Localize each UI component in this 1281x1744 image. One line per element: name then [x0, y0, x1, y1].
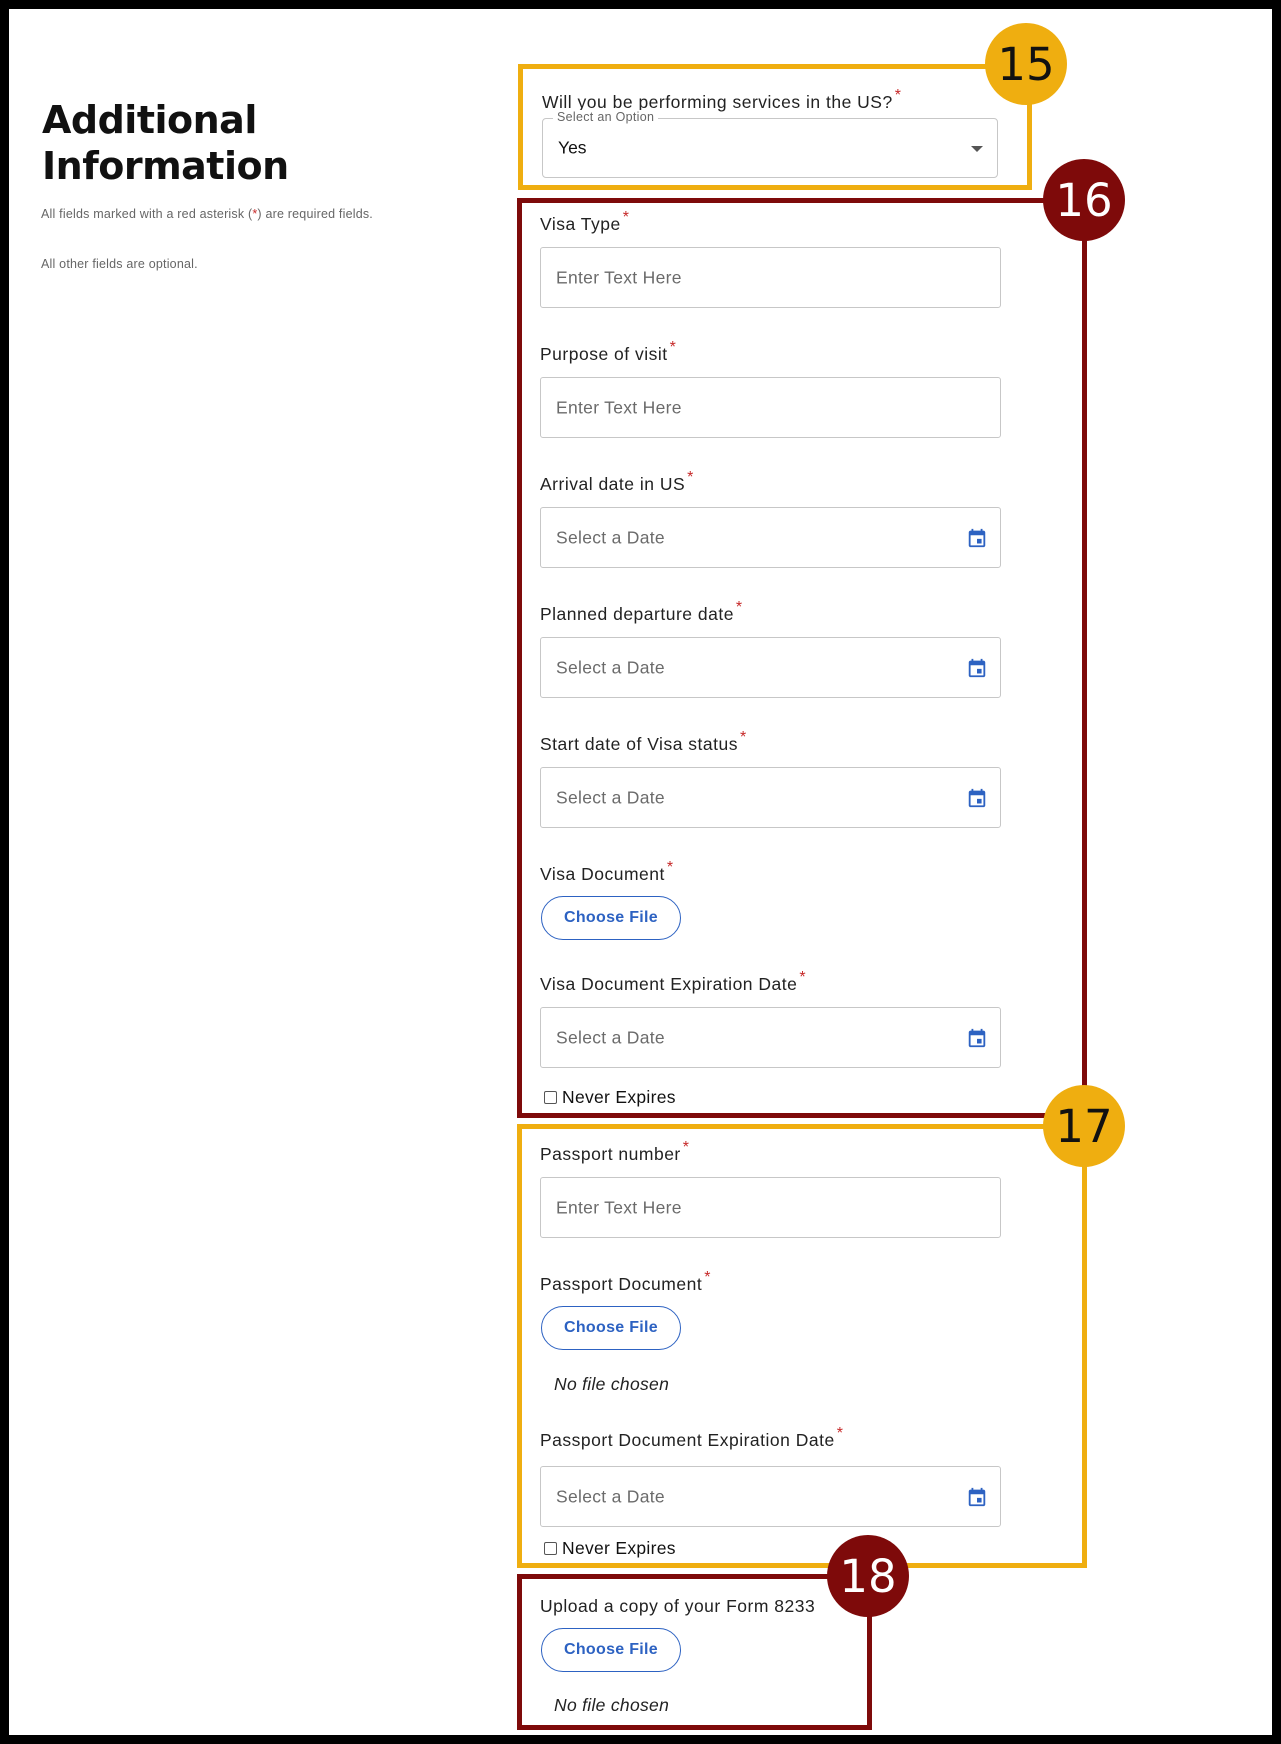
page-frame: Additional Information All fields marked… — [9, 9, 1272, 1735]
passport-number-placeholder: Enter Text Here — [556, 1197, 682, 1217]
visa-type-label: Visa Type * — [540, 209, 630, 234]
visa-document-choose-file-button[interactable]: Choose File — [541, 896, 681, 940]
visa-expiration-label: Visa Document Expiration Date * — [540, 969, 807, 994]
visa-never-expires-checkbox[interactable] — [544, 1091, 557, 1104]
visa-never-expires[interactable]: Never Expires — [544, 1087, 676, 1108]
step-badge-17: 17 — [1043, 1085, 1125, 1167]
calendar-icon[interactable] — [966, 787, 988, 809]
form8233-label: Upload a copy of your Form 8233 — [540, 1596, 816, 1616]
calendar-icon[interactable] — [966, 1027, 988, 1049]
select-value: Yes — [558, 137, 587, 158]
step-badge-16: 16 — [1043, 159, 1125, 241]
arrival-date-input[interactable]: Select a Date — [540, 507, 1001, 568]
calendar-icon[interactable] — [966, 657, 988, 679]
services-select[interactable]: Select an Option Yes — [542, 110, 998, 178]
form8233-no-file-status: No file chosen — [554, 1695, 670, 1715]
step-badge-18: 18 — [827, 1535, 909, 1617]
passport-expiration-label: Passport Document Expiration Date * — [540, 1425, 844, 1450]
departure-date-input[interactable]: Select a Date — [540, 637, 1001, 698]
purpose-label: Purpose of visit * — [540, 339, 677, 364]
start-date-input[interactable]: Select a Date — [540, 767, 1001, 828]
passport-document-label: Passport Document * — [540, 1269, 711, 1294]
visa-type-placeholder: Enter Text Here — [556, 267, 682, 287]
passport-never-expires-label: Never Expires — [562, 1538, 676, 1558]
select-legend: Select an Option — [553, 110, 659, 124]
visa-expiration-placeholder: Select a Date — [556, 1027, 665, 1047]
caret-down-icon — [971, 146, 983, 152]
page-title: Additional Information — [42, 98, 289, 188]
departure-date-label: Planned departure date * — [540, 599, 743, 624]
passport-number-label: Passport number * — [540, 1139, 690, 1164]
purpose-placeholder: Enter Text Here — [556, 397, 682, 417]
passport-document-choose-file-button[interactable]: Choose File — [541, 1306, 681, 1350]
required-note-pre: All fields marked with a red asterisk ( — [41, 207, 253, 221]
calendar-icon[interactable] — [966, 1486, 988, 1508]
visa-type-input[interactable]: Enter Text Here — [540, 247, 1001, 308]
visa-expiration-input[interactable]: Select a Date — [540, 1007, 1001, 1068]
form8233-choose-file-button[interactable]: Choose File — [541, 1628, 681, 1672]
step-badge-15: 15 — [985, 23, 1067, 105]
start-date-label: Start date of Visa status * — [540, 729, 747, 754]
passport-number-input[interactable]: Enter Text Here — [540, 1177, 1001, 1238]
passport-expiration-placeholder: Select a Date — [556, 1486, 665, 1506]
start-date-placeholder: Select a Date — [556, 787, 665, 807]
passport-expiration-input[interactable]: Select a Date — [540, 1466, 1001, 1527]
visa-never-expires-label: Never Expires — [562, 1087, 676, 1107]
required-note-post: ) are required fields. — [257, 207, 373, 221]
visa-document-label: Visa Document * — [540, 859, 674, 884]
passport-never-expires-checkbox[interactable] — [544, 1542, 557, 1555]
purpose-input[interactable]: Enter Text Here — [540, 377, 1001, 438]
passport-no-file-status: No file chosen — [554, 1374, 670, 1394]
arrival-date-label: Arrival date in US * — [540, 469, 694, 494]
optional-note: All other fields are optional. — [41, 257, 198, 271]
passport-never-expires[interactable]: Never Expires — [544, 1538, 676, 1559]
arrival-date-placeholder: Select a Date — [556, 527, 665, 547]
required-note: All fields marked with a red asterisk (*… — [41, 205, 381, 224]
calendar-icon[interactable] — [966, 527, 988, 549]
departure-date-placeholder: Select a Date — [556, 657, 665, 677]
